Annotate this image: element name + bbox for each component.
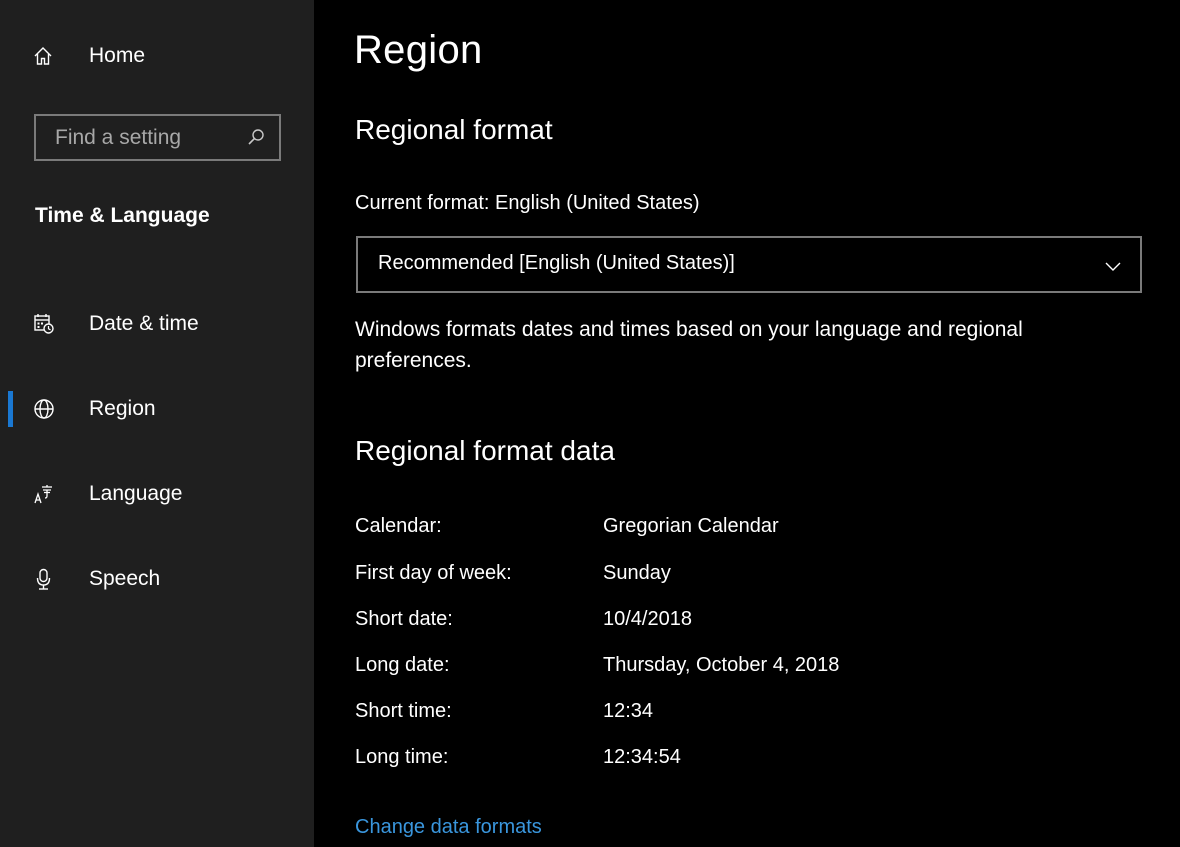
sidebar-item-label: Speech — [89, 567, 161, 590]
page-title: Region — [354, 28, 483, 72]
regional-format-data-heading: Regional format data — [355, 435, 615, 466]
calendar-clock-icon — [33, 313, 55, 335]
search-box[interactable] — [34, 114, 281, 161]
microphone-icon — [33, 568, 55, 590]
format-data-row: Short time: 12:34 — [355, 700, 1155, 730]
format-data-key: Short time: — [355, 700, 452, 722]
format-data-key: Long time: — [355, 746, 449, 768]
format-data-row: Short date: 10/4/2018 — [355, 608, 1155, 638]
home-nav-item[interactable]: Home — [0, 34, 314, 78]
format-data-value: 10/4/2018 — [603, 608, 692, 630]
format-data-key: Calendar: — [355, 515, 442, 537]
format-data-row: Long time: 12:34:54 — [355, 746, 1155, 776]
format-data-value: Sunday — [603, 562, 671, 584]
dropdown-selected-value: Recommended [English (United States)] — [378, 252, 735, 274]
sidebar-item-region[interactable]: Region — [0, 385, 314, 433]
home-label: Home — [89, 44, 146, 67]
sidebar: Home Time & Language — [0, 0, 314, 847]
sidebar-item-label: Region — [89, 397, 156, 420]
section-heading: Time & Language — [35, 204, 210, 227]
language-icon — [33, 483, 55, 505]
settings-window: Home Time & Language — [0, 0, 1180, 847]
sidebar-item-label: Language — [89, 482, 183, 505]
format-data-row: Calendar: Gregorian Calendar — [355, 515, 1155, 545]
format-data-key: Long date: — [355, 654, 450, 676]
home-icon — [33, 46, 53, 66]
globe-icon — [33, 398, 55, 420]
current-format-label: Current format: English (United States) — [355, 192, 700, 214]
regional-format-heading: Regional format — [355, 114, 553, 145]
format-data-value: 12:34 — [603, 700, 654, 722]
format-description: Windows formats dates and times based on… — [355, 318, 1023, 372]
format-data-key: First day of week: — [355, 562, 512, 584]
sidebar-item-speech[interactable]: Speech — [0, 555, 314, 603]
format-data-value: Gregorian Calendar — [603, 515, 779, 537]
sidebar-item-language[interactable]: Language — [0, 470, 314, 518]
format-data-key: Short date: — [355, 608, 453, 630]
main-content: Region Regional format Current format: E… — [314, 0, 1180, 847]
chevron-down-icon — [1104, 257, 1122, 275]
format-data-row: First day of week: Sunday — [355, 562, 1155, 592]
sidebar-item-label: Date & time — [89, 312, 199, 335]
sidebar-item-date-time[interactable]: Date & time — [0, 300, 314, 348]
format-data-row: Long date: Thursday, October 4, 2018 — [355, 654, 1155, 684]
format-data-value: Thursday, October 4, 2018 — [603, 654, 840, 676]
search-icon[interactable] — [247, 128, 265, 146]
format-data-value: 12:34:54 — [603, 746, 681, 768]
change-data-formats-link[interactable]: Change data formats — [355, 816, 542, 839]
selection-indicator — [8, 391, 13, 427]
regional-format-dropdown[interactable]: Recommended [English (United States)] — [356, 236, 1142, 293]
search-input[interactable] — [36, 116, 236, 159]
